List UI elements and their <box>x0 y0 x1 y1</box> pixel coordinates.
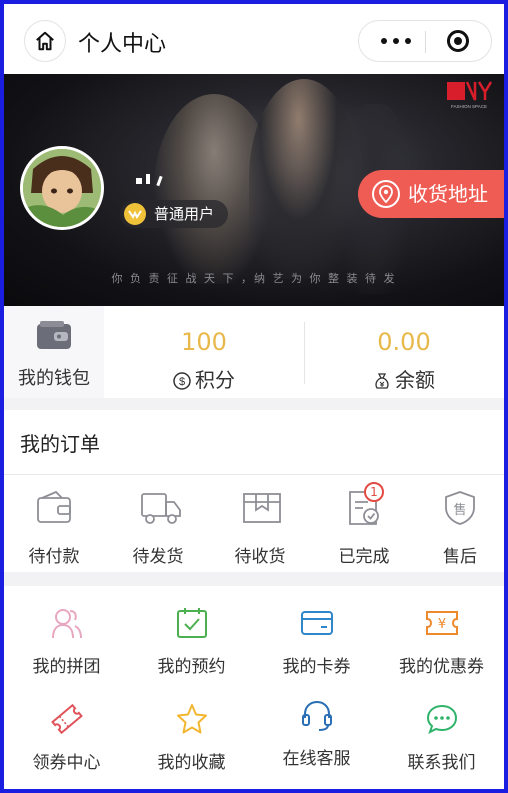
svg-text:售: 售 <box>453 502 466 518</box>
balance-value: 0.00 <box>377 328 431 356</box>
ticket-icon <box>51 703 83 735</box>
wallet-icon <box>37 321 71 349</box>
order-pending-shipment[interactable]: 待发货 <box>108 490 208 567</box>
capsule-divider <box>425 31 426 53</box>
my-wallet-button[interactable]: 我的钱包 <box>4 306 104 398</box>
shipping-address-button[interactable]: 收货地址 <box>358 170 504 218</box>
avatar[interactable] <box>20 146 104 230</box>
my-orders-section: 我的订单 待付款 待发货 待收货 已完成 1 售 售后 <box>4 410 504 572</box>
order-pending-receipt[interactable]: 待收货 <box>210 490 310 567</box>
money-bag-icon <box>375 373 389 389</box>
contact-us-label: 联系我们 <box>407 753 476 773</box>
order-after-sales[interactable]: 售 售后 <box>410 490 504 567</box>
orders-divider <box>4 474 504 475</box>
member-level-badge: 普通用户 <box>120 200 229 228</box>
balance-stat[interactable]: 0.00 余额 <box>304 306 504 398</box>
nickname-redacted <box>136 174 170 188</box>
my-cards[interactable]: 我的卡券 <box>254 592 379 682</box>
wallet-icon <box>37 490 71 523</box>
app-frame: 个人中心 FASHION SPACE 你 负 责 征 战 天 下 ，纳 艺 为 … <box>4 4 504 789</box>
balance-label: 余额 <box>395 368 435 392</box>
my-coupons[interactable]: ¥ 我的优惠券 <box>379 592 504 682</box>
my-wallet-label: 我的钱包 <box>18 368 90 389</box>
dollar-coin-icon: $ <box>173 372 191 390</box>
close-mini-program-icon[interactable] <box>447 30 469 52</box>
order-pending-payment[interactable]: 待付款 <box>4 490 104 567</box>
my-group-buy[interactable]: 我的拼团 <box>4 592 129 682</box>
card-icon <box>301 611 333 635</box>
svg-text:$: $ <box>179 376 185 388</box>
contact-us[interactable]: 联系我们 <box>379 688 504 778</box>
brand-logo-text: FASHION SPACE <box>451 104 487 109</box>
chat-bubble-icon <box>426 704 458 734</box>
points-value: 100 <box>181 328 227 356</box>
points-stat[interactable]: 100 $ 积分 <box>104 306 304 398</box>
points-label-row: $ 积分 <box>104 364 304 393</box>
online-support[interactable]: 在线客服 <box>254 684 379 774</box>
page-title: 个人中心 <box>78 32 167 57</box>
more-menu-icon[interactable] <box>381 30 411 52</box>
after-sale-shield-icon: 售 <box>445 491 475 525</box>
order-pending-payment-label: 待付款 <box>28 547 80 567</box>
my-group-buy-label: 我的拼团 <box>32 657 101 677</box>
member-level-text: 普通用户 <box>154 205 215 223</box>
my-appointments[interactable]: 我的预约 <box>129 592 254 682</box>
my-favorites[interactable]: 我的收藏 <box>129 688 254 778</box>
my-cards-label: 我的卡券 <box>282 657 351 677</box>
balance-label-row: 余额 <box>304 364 504 393</box>
services-grid: 我的拼团 我的预约 我的卡券 ¥ 我的优惠券 领券中心 我的收藏 在线客服 联系… <box>4 586 504 789</box>
calendar-check-icon <box>177 608 207 638</box>
svg-text:¥: ¥ <box>438 617 446 632</box>
my-coupons-label: 我的优惠券 <box>399 657 484 677</box>
online-support-label: 在线客服 <box>282 749 351 769</box>
group-buy-icon <box>52 609 82 639</box>
order-completed-label: 已完成 <box>338 547 390 567</box>
banner-slogan: 你 负 责 征 战 天 下 ，纳 艺 为 你 整 装 待 发 <box>111 272 397 285</box>
avatar-image <box>23 149 101 227</box>
shipping-address-label: 收货地址 <box>408 182 488 206</box>
top-bar: 个人中心 <box>4 4 504 74</box>
headset-icon <box>302 700 332 731</box>
order-after-sales-label: 售后 <box>443 547 477 567</box>
location-pin-icon <box>372 180 400 208</box>
vip-crown-icon <box>124 203 146 225</box>
coupon-center-label: 领券中心 <box>32 753 101 773</box>
my-favorites-label: 我的收藏 <box>157 753 226 773</box>
home-icon <box>36 31 54 51</box>
assets-panel: 我的钱包 100 $ 积分 0.00 余额 <box>4 306 504 398</box>
truck-icon <box>141 493 181 524</box>
my-appointments-label: 我的预约 <box>157 657 226 677</box>
points-label: 积分 <box>195 368 235 392</box>
star-icon <box>177 704 207 734</box>
completed-count-badge: 1 <box>364 482 384 502</box>
order-pending-shipment-label: 待发货 <box>132 547 184 567</box>
package-icon <box>243 493 281 523</box>
order-completed[interactable]: 已完成 <box>314 490 414 567</box>
coupon-yen-icon: ¥ <box>426 611 458 635</box>
brand-logo: FASHION SPACE <box>447 81 493 109</box>
mini-program-capsule <box>358 20 492 62</box>
order-pending-receipt-label: 待收货 <box>234 547 286 567</box>
profile-banner: FASHION SPACE 你 负 责 征 战 天 下 ，纳 艺 为 你 整 装… <box>4 74 504 306</box>
coupon-center[interactable]: 领券中心 <box>4 688 129 778</box>
home-button[interactable] <box>24 20 66 62</box>
my-orders-title[interactable]: 我的订单 <box>20 428 100 457</box>
